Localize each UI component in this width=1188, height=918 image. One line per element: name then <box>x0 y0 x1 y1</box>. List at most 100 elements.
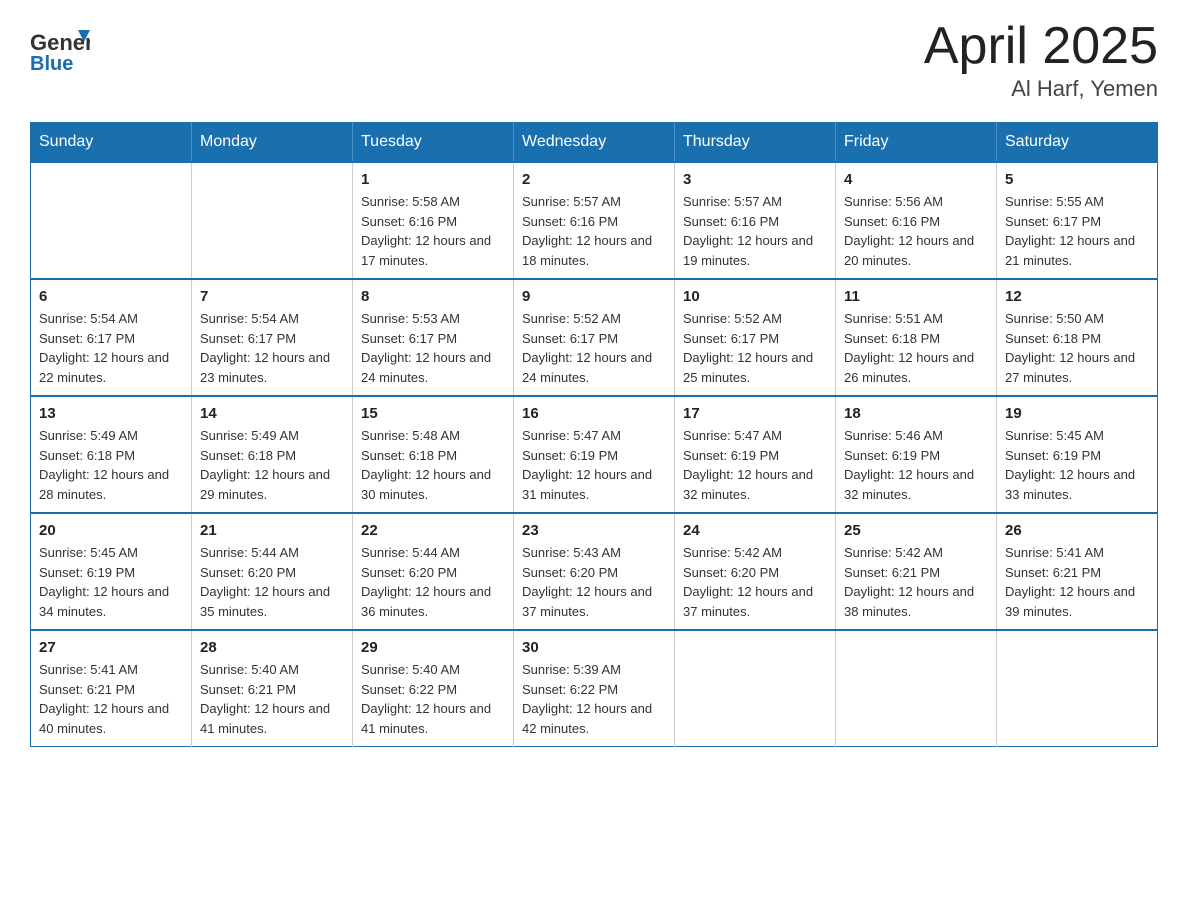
table-row: 16 Sunrise: 5:47 AMSunset: 6:19 PMDayligh… <box>514 396 675 513</box>
day-info: Sunrise: 5:52 AMSunset: 6:17 PMDaylight:… <box>683 309 827 387</box>
day-number: 21 <box>200 522 344 539</box>
col-saturday: Saturday <box>997 123 1158 163</box>
day-info: Sunrise: 5:53 AMSunset: 6:17 PMDaylight:… <box>361 309 505 387</box>
day-info: Sunrise: 5:42 AMSunset: 6:20 PMDaylight:… <box>683 543 827 621</box>
day-info: Sunrise: 5:44 AMSunset: 6:20 PMDaylight:… <box>361 543 505 621</box>
calendar-week-row: 20 Sunrise: 5:45 AMSunset: 6:19 PMDayligh… <box>31 513 1158 630</box>
day-info: Sunrise: 5:39 AMSunset: 6:22 PMDaylight:… <box>522 660 666 738</box>
table-row: 15 Sunrise: 5:48 AMSunset: 6:18 PMDayligh… <box>353 396 514 513</box>
day-number: 6 <box>39 288 183 305</box>
table-row: 18 Sunrise: 5:46 AMSunset: 6:19 PMDayligh… <box>836 396 997 513</box>
table-row: 3 Sunrise: 5:57 AMSunset: 6:16 PMDaylight… <box>675 162 836 279</box>
day-info: Sunrise: 5:45 AMSunset: 6:19 PMDaylight:… <box>39 543 183 621</box>
day-info: Sunrise: 5:54 AMSunset: 6:17 PMDaylight:… <box>200 309 344 387</box>
table-row: 26 Sunrise: 5:41 AMSunset: 6:21 PMDayligh… <box>997 513 1158 630</box>
day-number: 19 <box>1005 405 1149 422</box>
table-row: 8 Sunrise: 5:53 AMSunset: 6:17 PMDaylight… <box>353 279 514 396</box>
day-number: 15 <box>361 405 505 422</box>
day-number: 13 <box>39 405 183 422</box>
svg-text:Blue: Blue <box>30 53 73 75</box>
day-number: 1 <box>361 171 505 188</box>
table-row: 28Sunrise: 5:40 AMSunset: 6:21 PMDayligh… <box>192 630 353 747</box>
table-row: 1 Sunrise: 5:58 AMSunset: 6:16 PMDaylight… <box>353 162 514 279</box>
page-subtitle: Al Harf, Yemen <box>924 76 1158 102</box>
day-number: 26 <box>1005 522 1149 539</box>
table-row: 20 Sunrise: 5:45 AMSunset: 6:19 PMDayligh… <box>31 513 192 630</box>
day-info: Sunrise: 5:48 AMSunset: 6:18 PMDaylight:… <box>361 426 505 504</box>
day-info: Sunrise: 5:51 AMSunset: 6:18 PMDaylight:… <box>844 309 988 387</box>
day-info: Sunrise: 5:56 AMSunset: 6:16 PMDaylight:… <box>844 192 988 270</box>
col-monday: Monday <box>192 123 353 163</box>
day-number: 16 <box>522 405 666 422</box>
table-row <box>997 630 1158 747</box>
day-number: 18 <box>844 405 988 422</box>
col-tuesday: Tuesday <box>353 123 514 163</box>
table-row: 29 Sunrise: 5:40 AMSunset: 6:22 PMDayligh… <box>353 630 514 747</box>
table-row: 7 Sunrise: 5:54 AMSunset: 6:17 PMDaylight… <box>192 279 353 396</box>
calendar-table: Sunday Monday Tuesday Wednesday Thursday… <box>30 122 1158 747</box>
table-row: 19 Sunrise: 5:45 AMSunset: 6:19 PMDayligh… <box>997 396 1158 513</box>
day-info: Sunrise: 5:58 AMSunset: 6:16 PMDaylight:… <box>361 192 505 270</box>
table-row: 22Sunrise: 5:44 AMSunset: 6:20 PMDayligh… <box>353 513 514 630</box>
day-number: 25 <box>844 522 988 539</box>
day-info: Sunrise: 5:44 AMSunset: 6:20 PMDaylight:… <box>200 543 344 621</box>
table-row: 13Sunrise: 5:49 AMSunset: 6:18 PMDayligh… <box>31 396 192 513</box>
day-number: 24 <box>683 522 827 539</box>
day-number: 10 <box>683 288 827 305</box>
calendar-week-row: 6 Sunrise: 5:54 AMSunset: 6:17 PMDaylight… <box>31 279 1158 396</box>
page-title: April 2025 <box>924 20 1158 72</box>
table-row <box>675 630 836 747</box>
day-info: Sunrise: 5:47 AMSunset: 6:19 PMDaylight:… <box>683 426 827 504</box>
table-row: 21 Sunrise: 5:44 AMSunset: 6:20 PMDayligh… <box>192 513 353 630</box>
day-number: 29 <box>361 639 505 656</box>
table-row: 23 Sunrise: 5:43 AMSunset: 6:20 PMDayligh… <box>514 513 675 630</box>
table-row: 5 Sunrise: 5:55 AMSunset: 6:17 PMDaylight… <box>997 162 1158 279</box>
table-row: 12 Sunrise: 5:50 AMSunset: 6:18 PMDayligh… <box>997 279 1158 396</box>
calendar-week-row: 27 Sunrise: 5:41 AMSunset: 6:21 PMDayligh… <box>31 630 1158 747</box>
title-block: April 2025 Al Harf, Yemen <box>924 20 1158 102</box>
table-row: 11 Sunrise: 5:51 AMSunset: 6:18 PMDayligh… <box>836 279 997 396</box>
day-number: 23 <box>522 522 666 539</box>
day-info: Sunrise: 5:55 AMSunset: 6:17 PMDaylight:… <box>1005 192 1149 270</box>
day-number: 14 <box>200 405 344 422</box>
table-row: 10 Sunrise: 5:52 AMSunset: 6:17 PMDayligh… <box>675 279 836 396</box>
table-row: 30 Sunrise: 5:39 AMSunset: 6:22 PMDayligh… <box>514 630 675 747</box>
day-number: 3 <box>683 171 827 188</box>
day-number: 4 <box>844 171 988 188</box>
day-info: Sunrise: 5:57 AMSunset: 6:16 PMDaylight:… <box>522 192 666 270</box>
day-info: Sunrise: 5:40 AMSunset: 6:22 PMDaylight:… <box>361 660 505 738</box>
day-info: Sunrise: 5:43 AMSunset: 6:20 PMDaylight:… <box>522 543 666 621</box>
day-number: 9 <box>522 288 666 305</box>
table-row: 17 Sunrise: 5:47 AMSunset: 6:19 PMDayligh… <box>675 396 836 513</box>
table-row: 27 Sunrise: 5:41 AMSunset: 6:21 PMDayligh… <box>31 630 192 747</box>
day-number: 11 <box>844 288 988 305</box>
table-row: 9Sunrise: 5:52 AMSunset: 6:17 PMDaylight… <box>514 279 675 396</box>
day-info: Sunrise: 5:41 AMSunset: 6:21 PMDaylight:… <box>39 660 183 738</box>
day-info: Sunrise: 5:47 AMSunset: 6:19 PMDaylight:… <box>522 426 666 504</box>
day-info: Sunrise: 5:57 AMSunset: 6:16 PMDaylight:… <box>683 192 827 270</box>
col-thursday: Thursday <box>675 123 836 163</box>
logo-icon: General Blue <box>30 20 90 75</box>
table-row: 14Sunrise: 5:49 AMSunset: 6:18 PMDayligh… <box>192 396 353 513</box>
calendar-header-row: Sunday Monday Tuesday Wednesday Thursday… <box>31 123 1158 163</box>
day-info: Sunrise: 5:41 AMSunset: 6:21 PMDaylight:… <box>1005 543 1149 621</box>
day-number: 7 <box>200 288 344 305</box>
day-number: 17 <box>683 405 827 422</box>
day-number: 5 <box>1005 171 1149 188</box>
day-number: 30 <box>522 639 666 656</box>
day-info: Sunrise: 5:45 AMSunset: 6:19 PMDaylight:… <box>1005 426 1149 504</box>
day-number: 12 <box>1005 288 1149 305</box>
day-number: 20 <box>39 522 183 539</box>
day-info: Sunrise: 5:54 AMSunset: 6:17 PMDaylight:… <box>39 309 183 387</box>
col-sunday: Sunday <box>31 123 192 163</box>
day-number: 27 <box>39 639 183 656</box>
table-row: 24 Sunrise: 5:42 AMSunset: 6:20 PMDayligh… <box>675 513 836 630</box>
col-wednesday: Wednesday <box>514 123 675 163</box>
day-info: Sunrise: 5:50 AMSunset: 6:18 PMDaylight:… <box>1005 309 1149 387</box>
day-info: Sunrise: 5:40 AMSunset: 6:21 PMDaylight:… <box>200 660 344 738</box>
table-row: 25Sunrise: 5:42 AMSunset: 6:21 PMDayligh… <box>836 513 997 630</box>
day-number: 8 <box>361 288 505 305</box>
day-number: 2 <box>522 171 666 188</box>
table-row: 6 Sunrise: 5:54 AMSunset: 6:17 PMDaylight… <box>31 279 192 396</box>
day-info: Sunrise: 5:46 AMSunset: 6:19 PMDaylight:… <box>844 426 988 504</box>
